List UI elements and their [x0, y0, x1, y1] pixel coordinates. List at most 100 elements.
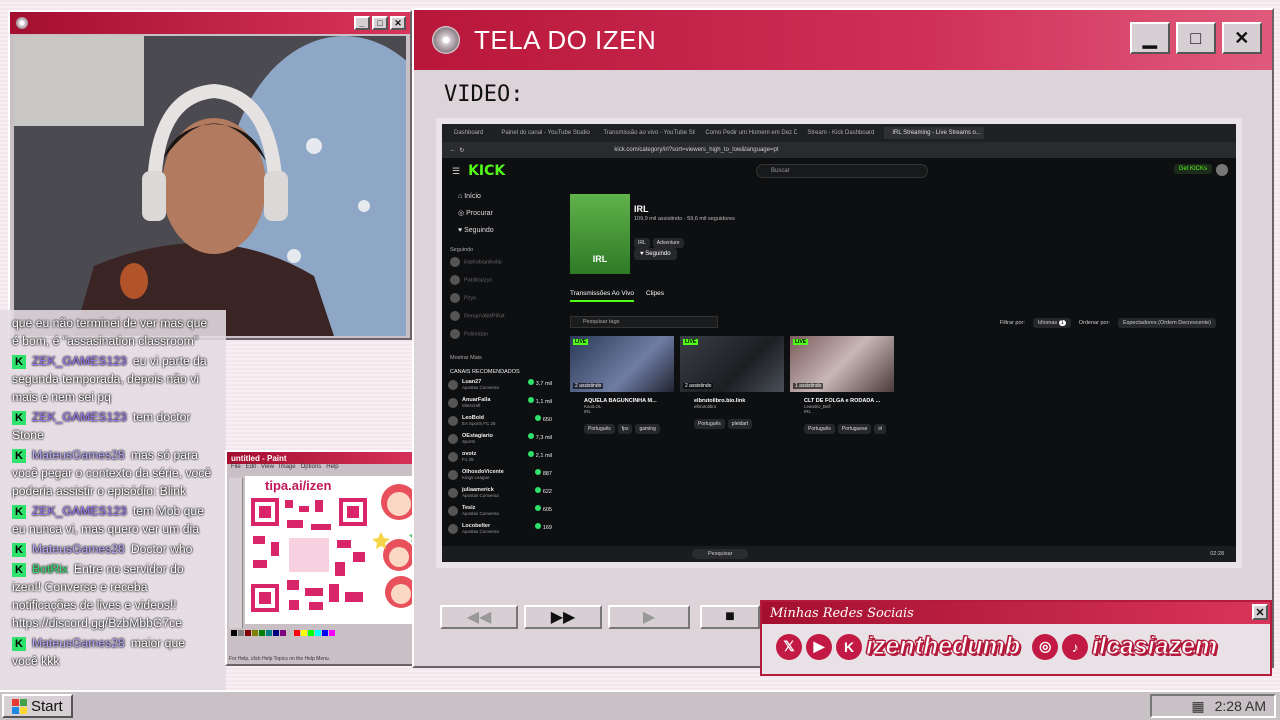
stream-tag[interactable]: fps — [617, 424, 633, 434]
stream-tag[interactable]: Portuguese — [837, 424, 872, 434]
category-title: IRL — [634, 204, 649, 214]
sidebar-item-1[interactable]: ◎ Procurar — [448, 205, 552, 222]
chat-username[interactable]: ZEK_GAMES123 — [32, 410, 127, 424]
sidebar-item-2[interactable]: ♥ Seguindo — [448, 222, 552, 239]
maximize-button[interactable]: □ — [372, 16, 388, 30]
rewind-button[interactable]: ◀◀ — [440, 605, 518, 629]
play-button[interactable]: ▶ — [608, 605, 690, 629]
url-text[interactable]: kick.com/category/irl?sort=viewers_high_… — [614, 147, 778, 153]
recommended-info: Locobelter Apostas Conversa — [448, 523, 499, 541]
sort-select[interactable]: Espectadores (Ordem Decrescente) — [1117, 318, 1216, 328]
following-channel[interactable]: Pzyo — [448, 293, 552, 311]
stream-thumbnail[interactable]: LIVE 2 assistindo — [570, 336, 674, 392]
following-name: Pzyo — [464, 295, 477, 302]
paint-palette[interactable] — [231, 630, 351, 644]
stream-channel[interactable]: elbrutolibro — [680, 404, 784, 409]
paint-menu-item[interactable]: View — [261, 464, 274, 474]
following-channel[interactable]: Polinlatan — [448, 329, 552, 347]
paint-menu-item[interactable]: Image — [279, 464, 296, 474]
chat-username[interactable]: MateusGames28 — [32, 448, 125, 462]
stream-tag[interactable]: gaming — [635, 424, 660, 434]
stream-card[interactable]: LIVE 1 assistindo CLT DE FOLGA e RODADA ..… — [790, 336, 894, 435]
chat-username[interactable]: ZEK_GAMES123 — [32, 504, 127, 518]
kick-logo[interactable]: KICK — [468, 163, 505, 179]
recommended-info: LeoBold EA Sports FC 26 — [448, 415, 496, 433]
browser-tab[interactable]: Como Pedir um Homem em Dez D... — [697, 127, 797, 139]
paint-menu-item[interactable]: File — [231, 464, 241, 474]
recommended-text: Luan27 Apostas Conversa — [462, 379, 499, 390]
maximize-button[interactable]: □ — [1176, 22, 1216, 54]
stream-card[interactable]: LIVE 2 assistindo elbrutolibro.bio.link elb… — [680, 336, 784, 435]
minimize-button[interactable]: ▁ — [1130, 22, 1170, 54]
viewer-count: 622 — [542, 489, 552, 495]
category-stats: 109,9 mil assistindo · 59,6 mil seguidor… — [634, 216, 735, 222]
show-more-link[interactable]: Mostrar Mais — [450, 355, 552, 361]
stream-tag[interactable]: Português — [694, 419, 725, 429]
menu-icon[interactable]: ☰ — [452, 166, 460, 177]
qr-code-image — [249, 496, 369, 614]
browser-tab[interactable]: Painel do canal - YouTube Studio — [493, 127, 593, 139]
social-titlebar[interactable]: Minhas Redes Sociais — [762, 602, 1270, 624]
recommended-channel[interactable]: Luan27 Apostas Conversa 3,7 mil — [448, 379, 552, 397]
recommended-channel[interactable]: LeoBold EA Sports FC 26 650 — [448, 415, 552, 433]
recommended-channel[interactable]: Locobelter Apostas Conversa 169 — [448, 523, 552, 541]
close-button[interactable]: ✕ — [1252, 604, 1268, 620]
avatar — [450, 329, 460, 339]
main-titlebar[interactable]: TELA DO IZEN ▁ □ ✕ — [414, 10, 1272, 70]
follow-button[interactable]: ♥ Seguindo — [634, 248, 677, 260]
tab-live[interactable]: Transmissões Ao Vivo — [570, 290, 634, 302]
viewer-count: 3,7 mil — [535, 381, 552, 387]
paint-menu-item[interactable]: Edit — [246, 464, 256, 474]
stream-tag[interactable]: pleidart — [727, 419, 753, 429]
recommended-channel[interactable]: AnuarFalla Minecraft 1,1 mil — [448, 397, 552, 415]
following-channel[interactable]: RenanVAMPIRA — [448, 311, 552, 329]
fast-forward-button[interactable]: ▶▶ — [524, 605, 602, 629]
paint-titlebar[interactable]: untitled - Paint — [227, 452, 429, 464]
chat-username[interactable]: ZEK_GAMES123 — [32, 354, 127, 368]
recommended-channel[interactable]: OlhosdoVicente Kings League 887 — [448, 469, 552, 487]
stream-thumbnail[interactable]: LIVE 2 assistindo — [680, 336, 784, 392]
browser-tab[interactable]: Dashboard — [446, 127, 491, 139]
close-button[interactable]: ✕ — [390, 16, 406, 30]
recommended-channel[interactable]: juliaamerick Apostas Conversa 622 — [448, 487, 552, 505]
taskbar-search[interactable]: Pesquisar — [692, 549, 749, 559]
following-channel[interactable]: ilophobianikolai — [448, 257, 552, 275]
stream-tag[interactable]: Português — [804, 424, 835, 434]
category-tag[interactable]: Adventure — [652, 238, 684, 248]
stream-card[interactable]: LIVE 2 assistindo AQUELA BAGUNCINHA M... Ka… — [570, 336, 674, 435]
stream-tag[interactable]: irl — [874, 424, 887, 434]
paint-menu-item[interactable]: Options — [301, 464, 322, 474]
following-channel[interactable]: Pablitopzyo — [448, 275, 552, 293]
recommended-viewers: 169 — [534, 523, 552, 541]
stop-button[interactable]: ■ — [700, 605, 760, 629]
reload-icon[interactable]: ↻ — [459, 147, 464, 154]
recommended-channel[interactable]: Teslz Apostas Conversa 605 — [448, 505, 552, 523]
sidebar-item-0[interactable]: ⌂ Início — [448, 188, 552, 205]
close-button[interactable]: ✕ — [1222, 22, 1262, 54]
chat-username[interactable]: MateusGames28 — [32, 542, 125, 556]
recommended-channel[interactable]: ovotz F1 25 2,1 mil — [448, 451, 552, 469]
paint-menu-item[interactable]: Help — [326, 464, 338, 474]
start-button[interactable]: Start — [2, 694, 73, 718]
avatar[interactable] — [1216, 164, 1228, 176]
tag-search-input[interactable]: Pesquisar tags — [570, 316, 718, 328]
search-input[interactable]: Buscar — [756, 164, 928, 178]
stream-thumbnail[interactable]: LIVE 1 assistindo — [790, 336, 894, 392]
browser-tab[interactable]: Stream - Kick Dashboard — [799, 127, 882, 139]
chat-username[interactable]: BotRix — [32, 562, 68, 576]
minimize-button[interactable]: _ — [354, 16, 370, 30]
back-icon[interactable]: ← — [450, 147, 456, 153]
language-filter[interactable]: Idiomas 1 — [1032, 318, 1071, 328]
stream-tag[interactable]: Português — [584, 424, 615, 434]
recommended-channel[interactable]: OEstagiario Sports 7,3 mil — [448, 433, 552, 451]
browser-tab[interactable]: Transmissão ao vivo - YouTube Studio — [595, 127, 695, 139]
get-kicks-button[interactable]: Get KICKs — [1173, 164, 1212, 174]
chat-username[interactable]: MateusGames28 — [32, 636, 125, 650]
browser-tab[interactable]: IRL Streaming - Live Streams o... — [884, 127, 985, 139]
paint-canvas[interactable]: tipa.ai/izen — [245, 476, 427, 624]
network-icon[interactable]: ▦ — [1191, 698, 1204, 715]
address-bar[interactable]: ← ↻ kick.com/category/irl?sort=viewers_h… — [442, 142, 1236, 158]
webcam-titlebar[interactable]: _ □ ✕ — [10, 12, 410, 34]
category-tag[interactable]: IRL — [634, 238, 650, 248]
tab-clips[interactable]: Clipes — [646, 290, 664, 302]
